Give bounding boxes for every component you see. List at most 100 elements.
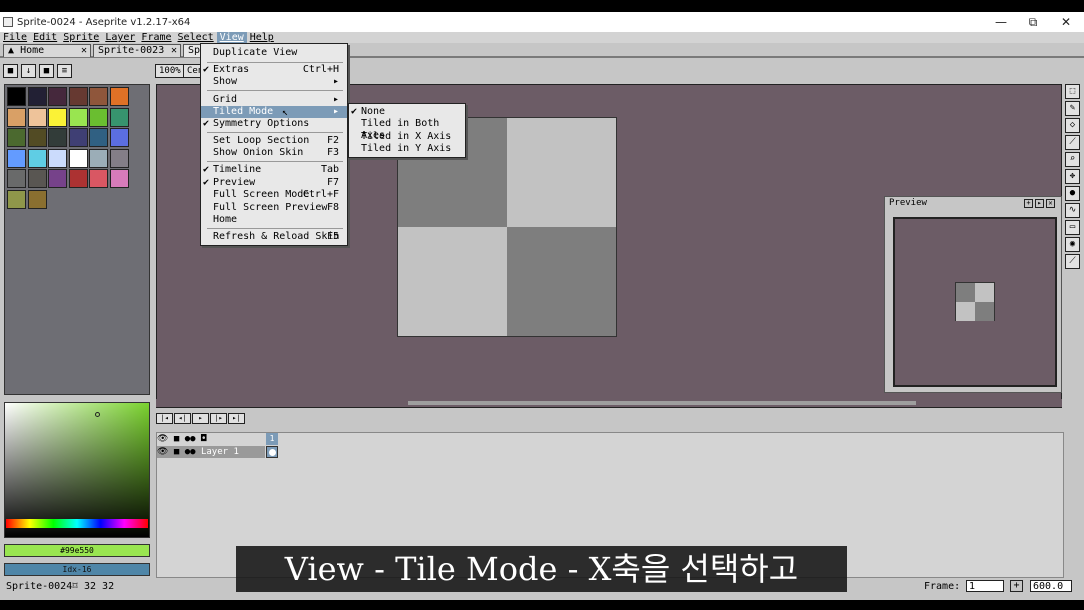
palette-swatch[interactable]	[48, 148, 67, 168]
palette-swatch[interactable]	[27, 189, 47, 209]
palette-swatch[interactable]	[89, 87, 108, 106]
scrollbar-thumb[interactable]	[408, 401, 916, 405]
color-index-field[interactable]: Idx-16	[4, 563, 150, 576]
menu-item-full-screen-mode[interactable]: Full Screen Mode Ctrl+F	[201, 189, 347, 201]
color-spectrum[interactable]	[4, 402, 150, 538]
menu-edit[interactable]: Edit	[30, 32, 60, 43]
frame-header[interactable]: 1	[266, 433, 278, 445]
palette-swatch[interactable]	[68, 107, 88, 127]
blur-icon[interactable]: ◉	[1065, 237, 1080, 252]
palette-swatch[interactable]	[7, 169, 26, 188]
palette-swatch[interactable]	[68, 128, 88, 147]
continuous-icon[interactable]: ●●	[185, 447, 196, 457]
frame-input[interactable]: 1	[966, 580, 1004, 592]
palette-swatch[interactable]	[68, 148, 88, 168]
cel-cell[interactable]	[266, 446, 278, 458]
menu-item-symmetry-options[interactable]: ✔ Symmetry Options	[201, 118, 347, 130]
menu-select[interactable]: Select	[175, 32, 217, 43]
menu-item-preview[interactable]: ✔ Preview F7	[201, 177, 347, 189]
palette-swatch[interactable]	[109, 107, 129, 127]
options-icon[interactable]: ≡	[57, 64, 72, 78]
eyedropper-icon[interactable]: ⟋	[1065, 135, 1080, 150]
menu-item-grid[interactable]: Grid ▸	[201, 94, 347, 106]
tab-sprite-0024[interactable]: Sp	[183, 44, 201, 57]
menu-layer[interactable]: Layer	[102, 32, 138, 43]
add-frame-icon[interactable]: +	[1010, 580, 1023, 592]
color-picker-cursor[interactable]	[95, 412, 100, 417]
submenu-item-none[interactable]: ✔ None	[349, 106, 465, 118]
curve-icon[interactable]: ∿	[1065, 203, 1080, 218]
palette-swatch[interactable]	[27, 128, 47, 147]
layer-row[interactable]: 👁 ■ ●● Layer 1	[157, 446, 265, 458]
lock-icon[interactable]: ■	[174, 447, 179, 457]
zoom-icon[interactable]: ⌕	[1065, 152, 1080, 167]
palette-swatch[interactable]	[7, 87, 26, 106]
menu-item-home[interactable]: Home	[201, 214, 347, 226]
menu-item-extras[interactable]: ✔ Extras Ctrl+H	[201, 64, 347, 76]
preset-icon[interactable]: ■	[39, 64, 54, 78]
last-frame-icon[interactable]: ▸|	[228, 413, 245, 424]
expand-icon[interactable]: +	[1024, 199, 1033, 208]
pencil-icon[interactable]: ✎	[1065, 101, 1080, 116]
palette-swatch[interactable]	[27, 87, 47, 106]
menu-file[interactable]: File	[0, 32, 30, 43]
palette-swatch[interactable]	[109, 169, 129, 188]
palette-swatch[interactable]	[109, 148, 129, 168]
menu-help[interactable]: Help	[247, 32, 277, 43]
palette-swatch[interactable]	[7, 189, 26, 209]
fill-icon[interactable]: ●	[1065, 186, 1080, 201]
menu-item-set-loop-section[interactable]: Set Loop Section F2	[201, 135, 347, 147]
close-icon[interactable]: ✕	[171, 45, 177, 57]
palette-swatch[interactable]	[48, 169, 67, 188]
zoom-input[interactable]: 600.0	[1030, 580, 1072, 592]
palette-swatch[interactable]	[27, 107, 47, 127]
close-icon[interactable]: ✕	[81, 45, 87, 57]
palette-swatch[interactable]	[89, 128, 108, 147]
play-icon[interactable]: ▸	[1035, 199, 1044, 208]
sort-icon[interactable]: ↓	[21, 64, 36, 78]
palette-swatch[interactable]	[89, 169, 108, 188]
first-frame-icon[interactable]: |◂	[156, 413, 173, 424]
marquee-icon[interactable]: ⬚	[1065, 84, 1080, 99]
palette-swatch[interactable]	[7, 148, 26, 168]
menu-item-full-screen-preview[interactable]: Full Screen Preview F8	[201, 202, 347, 214]
palette-swatch[interactable]	[68, 169, 88, 188]
close-window-button[interactable]: ✕	[1049, 12, 1083, 32]
menu-view[interactable]: View	[216, 32, 247, 43]
submenu-item-tiled-both[interactable]: Tiled in Both Axes	[349, 118, 465, 141]
next-frame-icon[interactable]: |▸	[210, 413, 227, 424]
maximize-button[interactable]: ⧉	[1016, 12, 1050, 32]
lock-icon[interactable]: ■	[3, 64, 18, 78]
eraser-icon[interactable]: ◇	[1065, 118, 1080, 133]
palette-swatch[interactable]	[27, 169, 47, 188]
menu-item-timeline[interactable]: ✔ Timeline Tab	[201, 164, 347, 176]
tab-sprite-0023[interactable]: Sprite-0023 ✕	[93, 44, 181, 57]
palette-swatch[interactable]	[48, 107, 67, 127]
horizontal-scrollbar[interactable]	[156, 399, 1062, 407]
menu-item-show[interactable]: Show ▸	[201, 76, 347, 88]
rectangle-icon[interactable]: ▭	[1065, 220, 1080, 235]
eye-icon[interactable]: 👁	[157, 434, 168, 444]
palette-swatch[interactable]	[68, 87, 88, 106]
palette-swatch[interactable]	[89, 107, 108, 127]
play-icon[interactable]: ▸	[192, 413, 209, 424]
slice-icon[interactable]: ⟋	[1065, 254, 1080, 269]
zoom-chip[interactable]: 100%	[155, 64, 185, 78]
close-icon[interactable]: ✕	[1046, 199, 1055, 208]
menu-frame[interactable]: Frame	[138, 32, 174, 43]
menu-item-tiled-mode[interactable]: Tiled Mode ▸	[201, 106, 347, 118]
onion-skin-icon[interactable]: ◘	[201, 434, 206, 444]
menu-item-duplicate-view[interactable]: Duplicate View	[201, 47, 347, 59]
submenu-item-tiled-x[interactable]: Tiled in X Axis	[349, 131, 465, 143]
menu-sprite[interactable]: Sprite	[60, 32, 102, 43]
palette-swatch[interactable]	[7, 107, 26, 127]
prev-frame-icon[interactable]: ◂|	[174, 413, 191, 424]
palette-swatch[interactable]	[48, 128, 67, 147]
submenu-item-tiled-y[interactable]: Tiled in Y Axis	[349, 143, 465, 155]
palette-swatch[interactable]	[27, 148, 47, 168]
hue-slider[interactable]	[6, 519, 148, 528]
palette-swatch[interactable]	[89, 148, 108, 168]
menu-item-refresh-reload-skin[interactable]: Refresh & Reload Skin F5	[201, 231, 347, 243]
palette-swatch[interactable]	[109, 87, 129, 106]
hex-color-field[interactable]: #99e550	[4, 544, 150, 557]
